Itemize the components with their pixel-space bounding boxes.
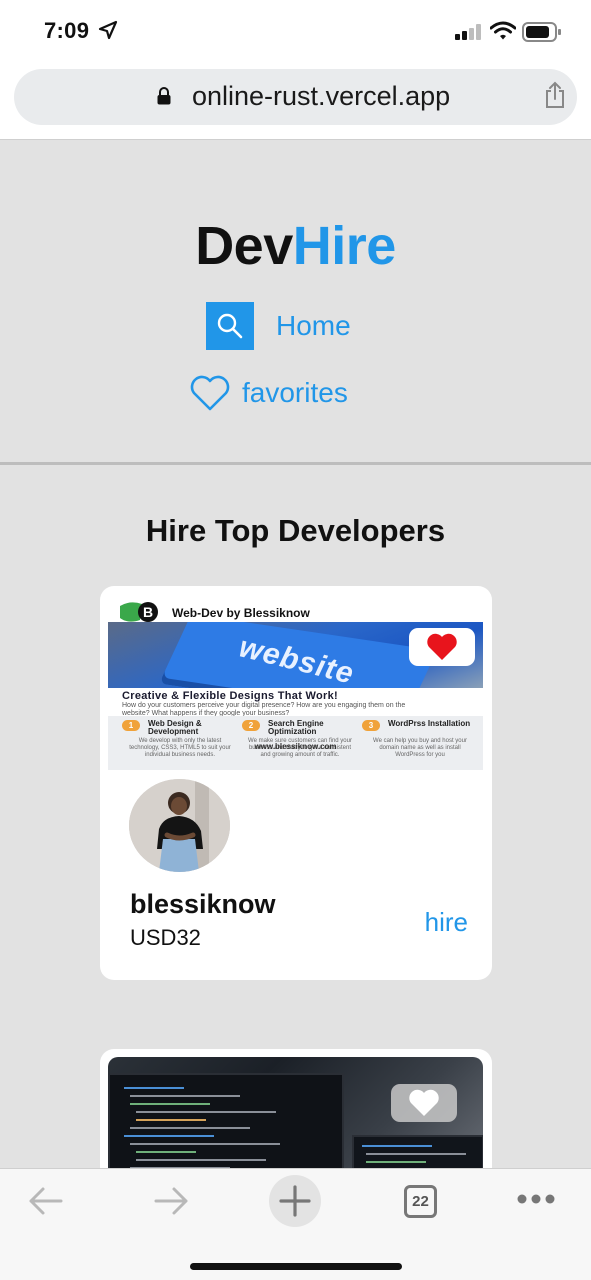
nav-favorites-label[interactable]: favorites: [242, 377, 348, 409]
avatar: [129, 779, 230, 872]
feature-title: WordPrss Installation: [388, 719, 471, 728]
hire-button[interactable]: hire: [425, 907, 468, 938]
developer-card[interactable]: [100, 1049, 492, 1180]
tab-switcher-button[interactable]: 22: [404, 1185, 437, 1218]
favorite-toggle-button[interactable]: [391, 1084, 457, 1122]
address-bar[interactable]: online-rust.vercel.app: [14, 69, 577, 125]
nav-home[interactable]: Home: [206, 301, 351, 351]
heart-filled-icon: [409, 1089, 439, 1116]
status-bar: 7:09: [0, 0, 591, 62]
heart-outline-icon: [190, 375, 230, 411]
browser-address-area: online-rust.vercel.app: [0, 62, 591, 140]
site-logo[interactable]: DevHire: [0, 215, 591, 277]
feature-number: 2: [242, 720, 260, 731]
logo-dev-text: Dev: [195, 216, 293, 276]
new-tab-button[interactable]: [269, 1175, 321, 1227]
forward-arrow-icon[interactable]: [152, 1186, 190, 1216]
search-button[interactable]: [206, 302, 254, 350]
logo-hire-text: Hire: [292, 216, 397, 276]
developer-card[interactable]: B Web-Dev by Blessiknow website Creative…: [100, 586, 492, 980]
lock-icon: [157, 87, 171, 105]
browser-toolbar: 22: [0, 1168, 591, 1280]
svg-text:B: B: [143, 604, 153, 620]
avatar-photo: [129, 779, 230, 872]
monitor-left: [108, 1073, 344, 1180]
battery-icon: [522, 22, 561, 42]
plus-icon: [279, 1185, 311, 1217]
site-header: DevHire Home favorites: [0, 141, 591, 465]
heart-filled-icon: [427, 633, 457, 660]
cellular-signal-icon: [455, 24, 481, 40]
section-title: Hire Top Developers: [145, 513, 446, 548]
feature-title: Search Engine Optimization: [268, 719, 324, 736]
status-time: 7:09: [44, 18, 90, 43]
banner-brand: Web-Dev by Blessiknow: [172, 606, 310, 620]
developer-banner-image: B Web-Dev by Blessiknow website Creative…: [108, 594, 483, 772]
feature-title: Web Design & Development: [148, 719, 202, 736]
banner-logo-icon: B: [120, 602, 158, 622]
feature-number: 1: [122, 720, 140, 731]
back-arrow-icon[interactable]: [27, 1186, 65, 1216]
favorite-toggle-button[interactable]: [409, 628, 475, 666]
home-indicator: [190, 1263, 402, 1270]
banner-heading: Creative & Flexible Designs That Work!: [122, 690, 338, 702]
wifi-icon: [490, 21, 516, 40]
more-icon[interactable]: [516, 1193, 556, 1205]
location-arrow-icon: [98, 20, 118, 40]
nav-favorites[interactable]: favorites: [189, 371, 348, 415]
nav-home-label[interactable]: Home: [276, 310, 351, 342]
search-icon: [217, 313, 243, 339]
developer-price: USD32: [130, 925, 201, 950]
developer-name: blessiknow: [130, 889, 276, 919]
banner-url: www.blessiknow.com: [254, 742, 337, 751]
feature-number: 3: [362, 720, 380, 731]
url-text: online-rust.vercel.app: [192, 81, 451, 111]
share-icon[interactable]: [544, 81, 566, 109]
